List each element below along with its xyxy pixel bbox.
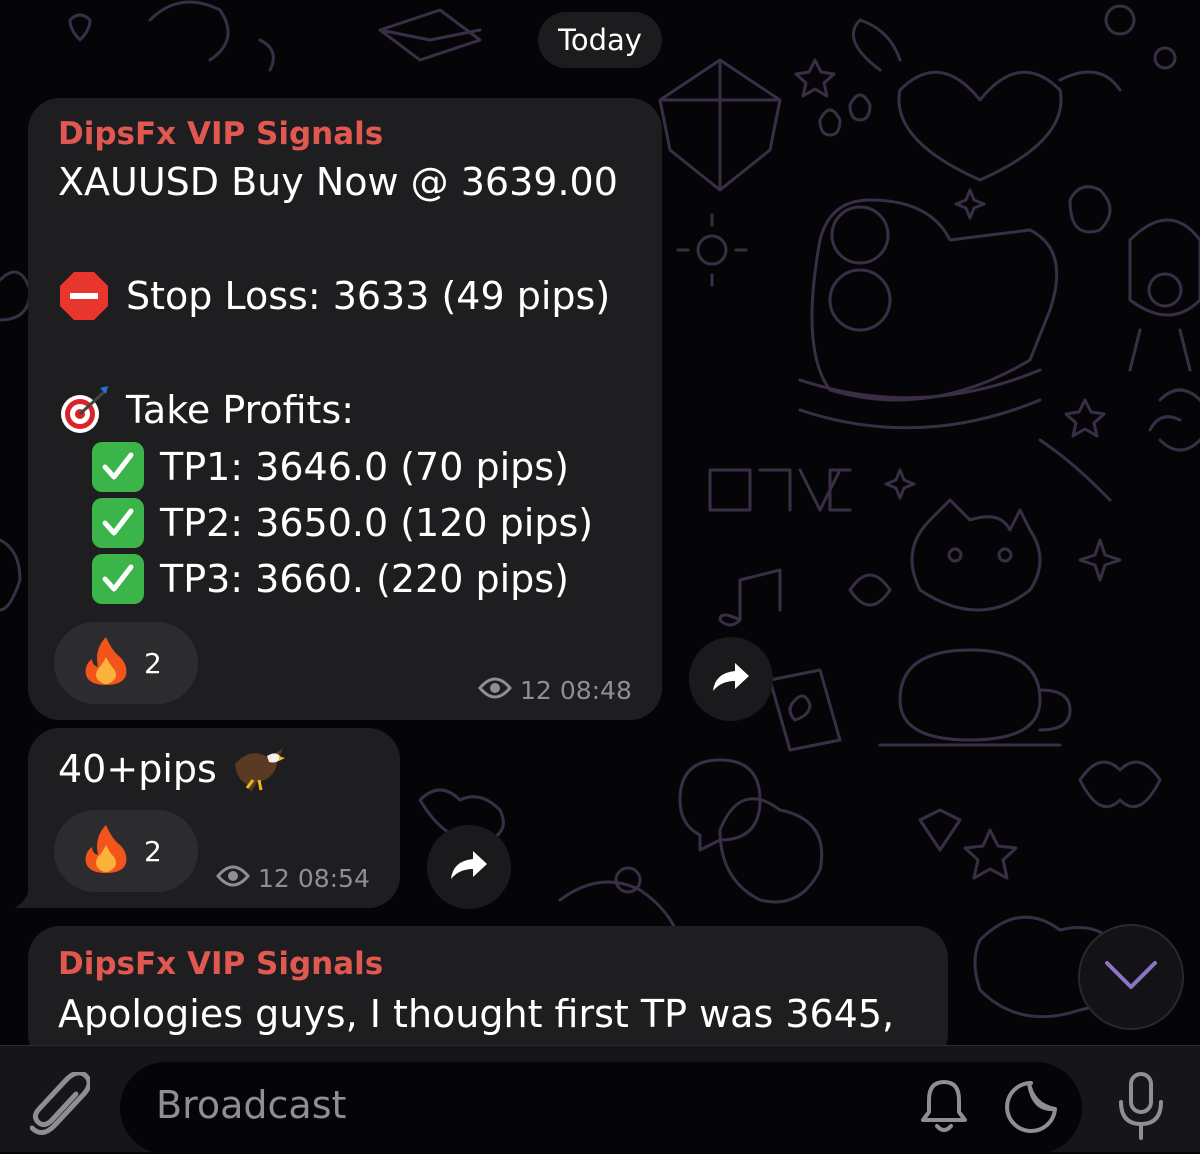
message-meta: 12 08:48 (478, 676, 632, 705)
sender-name[interactable]: DipsFx VIP Signals (58, 946, 383, 982)
forward-button[interactable] (689, 637, 773, 721)
forward-button[interactable] (427, 825, 511, 909)
stop-loss-line: Stop Loss: 3633 (49 pips) (58, 270, 610, 322)
view-count: 12 (258, 864, 290, 893)
take-profits-line: Take Profits: (58, 384, 354, 436)
chevron-down-icon (1103, 959, 1159, 995)
take-profits-label: Take Profits: (126, 388, 355, 432)
message-meta: 12 08:54 (216, 864, 370, 893)
forward-icon (711, 661, 751, 697)
stop-sign-icon (58, 270, 110, 322)
message-headline: XAUUSD Buy Now @ 3639.00 (58, 160, 618, 204)
check-mark-icon (92, 498, 144, 548)
reaction-chip[interactable]: 2 (54, 622, 198, 704)
view-count: 12 (520, 676, 552, 705)
fire-icon (84, 823, 128, 880)
forward-icon (449, 849, 489, 885)
voice-message-button[interactable] (1110, 1072, 1172, 1144)
sticker-icon (1003, 1079, 1059, 1139)
tp-text: TP1: 3646.0 (70 pips) (160, 445, 569, 489)
message-text: 40+pips (58, 747, 217, 791)
eagle-icon (231, 744, 287, 794)
message-text-line: 40+pips (58, 744, 287, 794)
eye-icon (216, 864, 250, 893)
microphone-icon (1113, 1070, 1169, 1146)
tp-line-3: TP3: 3660. (220 pips) (92, 554, 569, 604)
broadcast-placeholder: Broadcast (156, 1083, 347, 1127)
tp-line-2: TP2: 3650.0 (120 pips) (92, 498, 593, 548)
reaction-chip[interactable]: 2 (54, 810, 198, 892)
eye-icon (478, 676, 512, 705)
stop-loss-text: Stop Loss: 3633 (49 pips) (126, 274, 611, 318)
sticker-button[interactable] (1002, 1080, 1060, 1138)
sender-name[interactable]: DipsFx VIP Signals (58, 116, 383, 152)
check-mark-icon (92, 554, 144, 604)
message-time: 08:54 (297, 864, 370, 893)
attach-button[interactable] (28, 1070, 92, 1144)
scroll-to-bottom-button[interactable] (1078, 924, 1184, 1030)
date-separator: Today (538, 12, 662, 68)
reaction-count: 2 (144, 646, 162, 680)
bell-icon (919, 1078, 969, 1138)
message-time: 08:48 (559, 676, 632, 705)
message-text: Apologies guys, I thought first TP was 3… (58, 992, 895, 1036)
check-mark-icon (92, 442, 144, 492)
tp-line-1: TP1: 3646.0 (70 pips) (92, 442, 569, 492)
target-icon (58, 384, 110, 436)
message-bubble[interactable]: 40+pips 2 12 08:54 (28, 728, 400, 908)
fire-icon (84, 635, 128, 692)
message-bubble[interactable]: DipsFx VIP Signals XAUUSD Buy Now @ 3639… (28, 98, 662, 720)
tp-text: TP3: 3660. (220 pips) (160, 557, 569, 601)
tp-text: TP2: 3650.0 (120 pips) (160, 501, 594, 545)
attach-icon (29, 1070, 92, 1144)
notifications-button[interactable] (916, 1078, 972, 1138)
reaction-count: 2 (144, 834, 162, 868)
